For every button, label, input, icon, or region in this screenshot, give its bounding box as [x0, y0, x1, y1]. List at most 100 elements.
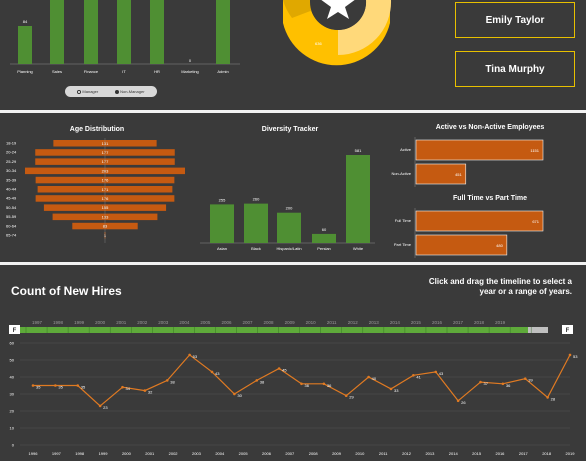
data-point: [54, 384, 57, 387]
timeline-year-label[interactable]: 2014: [390, 320, 401, 325]
timeline-selected-range[interactable]: [20, 327, 528, 333]
age-value-label: 131: [102, 141, 109, 146]
dept-bar-finance: [84, 0, 98, 64]
hbar-value-label: 480: [496, 243, 503, 248]
diversity-bar: [277, 212, 301, 243]
dept-category-label: Admin: [217, 69, 228, 74]
dept-category-label: Sales: [52, 69, 62, 74]
data-point: [143, 389, 147, 392]
timeline-year-label[interactable]: 1999: [74, 320, 85, 325]
data-point: [255, 379, 259, 382]
dept-bar-hr: [150, 0, 164, 64]
timeline-year-label[interactable]: 2008: [264, 320, 275, 325]
x-tick-label: 2019: [566, 451, 576, 456]
new-hires-line-chart: 0 10 20 30 40 50 60 35 35 35 23 34 32 38 53 43 30 38 45 36 3…: [10, 341, 579, 457]
age-group-label: 50-54: [6, 205, 17, 210]
age-value-label: 176: [102, 196, 109, 201]
data-point: [546, 396, 549, 399]
x-tick-label: 1996: [29, 451, 39, 456]
data-point: [121, 385, 124, 389]
data-point: [188, 353, 191, 357]
x-tick-label: 2007: [285, 451, 295, 456]
y-tick-label: 20: [10, 409, 15, 414]
timeline-year-label[interactable]: 1998: [53, 320, 64, 325]
data-point: [233, 392, 236, 396]
age-value-label: 176: [102, 178, 109, 183]
age-group-label: 40-44: [6, 187, 17, 192]
hbar-category-label: Non-Active: [391, 171, 411, 176]
data-label: 30: [237, 393, 242, 398]
diversity-category-label: Hispanic/Latin: [276, 246, 301, 251]
diversity-value-label: 260: [253, 197, 260, 202]
data-label: 43: [439, 371, 444, 376]
data-point: [568, 353, 572, 357]
x-tick-label: 2009: [332, 451, 342, 456]
timeline-slicer[interactable]: F F 1997 1998 1999 2000 2001 2002 2003 2004 2005…: [9, 320, 573, 334]
dept-bar-sales: [50, 0, 64, 64]
x-tick-label: 2017: [519, 451, 529, 456]
data-label: 39: [528, 378, 533, 383]
x-tick-label: 2003: [192, 451, 202, 456]
timeline-year-label[interactable]: 2003: [158, 320, 169, 325]
timeline-year-label[interactable]: 2018: [474, 320, 485, 325]
dept-category-label: HR: [154, 69, 160, 74]
data-label: 35: [58, 385, 63, 390]
data-label: 36: [506, 383, 511, 388]
timeline-year-label[interactable]: 2015: [411, 320, 422, 325]
timeline-year-label[interactable]: 2009: [285, 320, 296, 325]
y-tick-label: 30: [10, 392, 15, 397]
hbar-category-label: Active: [400, 147, 412, 152]
diversity-category-label: Asian: [217, 246, 227, 251]
age-value-label: 177: [102, 150, 109, 155]
dept-bar-it: [117, 0, 131, 64]
data-point: [501, 382, 505, 386]
timeline-year-label[interactable]: 2013: [369, 320, 380, 325]
x-tick-label: 2013: [425, 451, 435, 456]
data-point: [76, 384, 80, 387]
diversity-title: Diversity Tracker: [262, 126, 319, 133]
y-tick-label: 40: [10, 375, 15, 380]
timeline-year-label[interactable]: 2010: [306, 320, 317, 325]
data-label: 34: [126, 386, 131, 391]
timeline-year-label[interactable]: 2011: [327, 320, 337, 325]
x-tick-label: 2001: [145, 451, 155, 456]
legend-item-non-manager: Non-Manager: [115, 89, 145, 94]
timeline-year-label[interactable]: 2006: [221, 320, 232, 325]
timeline-year-label[interactable]: 1997: [32, 320, 43, 325]
y-tick-label: 60: [10, 341, 15, 346]
data-label: 53: [193, 354, 198, 359]
timeline-year-label[interactable]: 2000: [95, 320, 106, 325]
timeline-year-label[interactable]: 2012: [348, 320, 359, 325]
timeline-year-label[interactable]: 2002: [137, 320, 148, 325]
diversity-category-label: Persian: [317, 246, 331, 251]
dept-category-label: Marketing: [181, 69, 199, 74]
data-point: [412, 374, 415, 377]
x-tick-label: 1998: [75, 451, 85, 456]
donut-label: 636: [315, 41, 322, 46]
hbar: [415, 234, 508, 256]
legend-label: Non-Manager: [120, 89, 145, 94]
data-label: 23: [103, 405, 108, 410]
employee-name-card[interactable]: Emily Taylor: [455, 2, 575, 38]
timeline-year-label[interactable]: 2005: [200, 320, 211, 325]
y-tick-label: 0: [12, 443, 15, 448]
timeline-year-label[interactable]: 2017: [453, 320, 464, 325]
timeline-year-label[interactable]: 2001: [116, 320, 127, 325]
age-value-label: 133: [102, 214, 109, 219]
diversity-chart: 255 Asian 260 Black 200 Hispanic/Latin 60 Persi…: [200, 148, 375, 251]
timeline-year-label[interactable]: 2016: [432, 320, 443, 325]
legend-item-manager: Manager: [77, 89, 98, 94]
timeline-year-label[interactable]: 2019: [495, 320, 506, 325]
age-distribution-title: Age Distribution: [70, 126, 124, 133]
data-label: 35: [36, 385, 41, 390]
new-hires-area: F F 1997 1998 1999 2000 2001 2002 2003 2004 2005…: [9, 320, 579, 457]
timeline-year-label[interactable]: 2007: [242, 320, 253, 325]
age-distribution-chart: 18-19 131 20-24 177 25-29 177 30-34 203 35-39 176…: [6, 138, 185, 243]
diversity-value-label: 200: [286, 206, 293, 211]
timeline-year-label[interactable]: 2004: [179, 320, 190, 325]
hbar-value-label: 451: [455, 172, 462, 177]
age-group-label: 60-64: [6, 223, 17, 228]
employee-name-card[interactable]: Tina Murphy: [455, 51, 575, 87]
data-label: 37: [484, 381, 489, 386]
data-point: [165, 379, 169, 382]
